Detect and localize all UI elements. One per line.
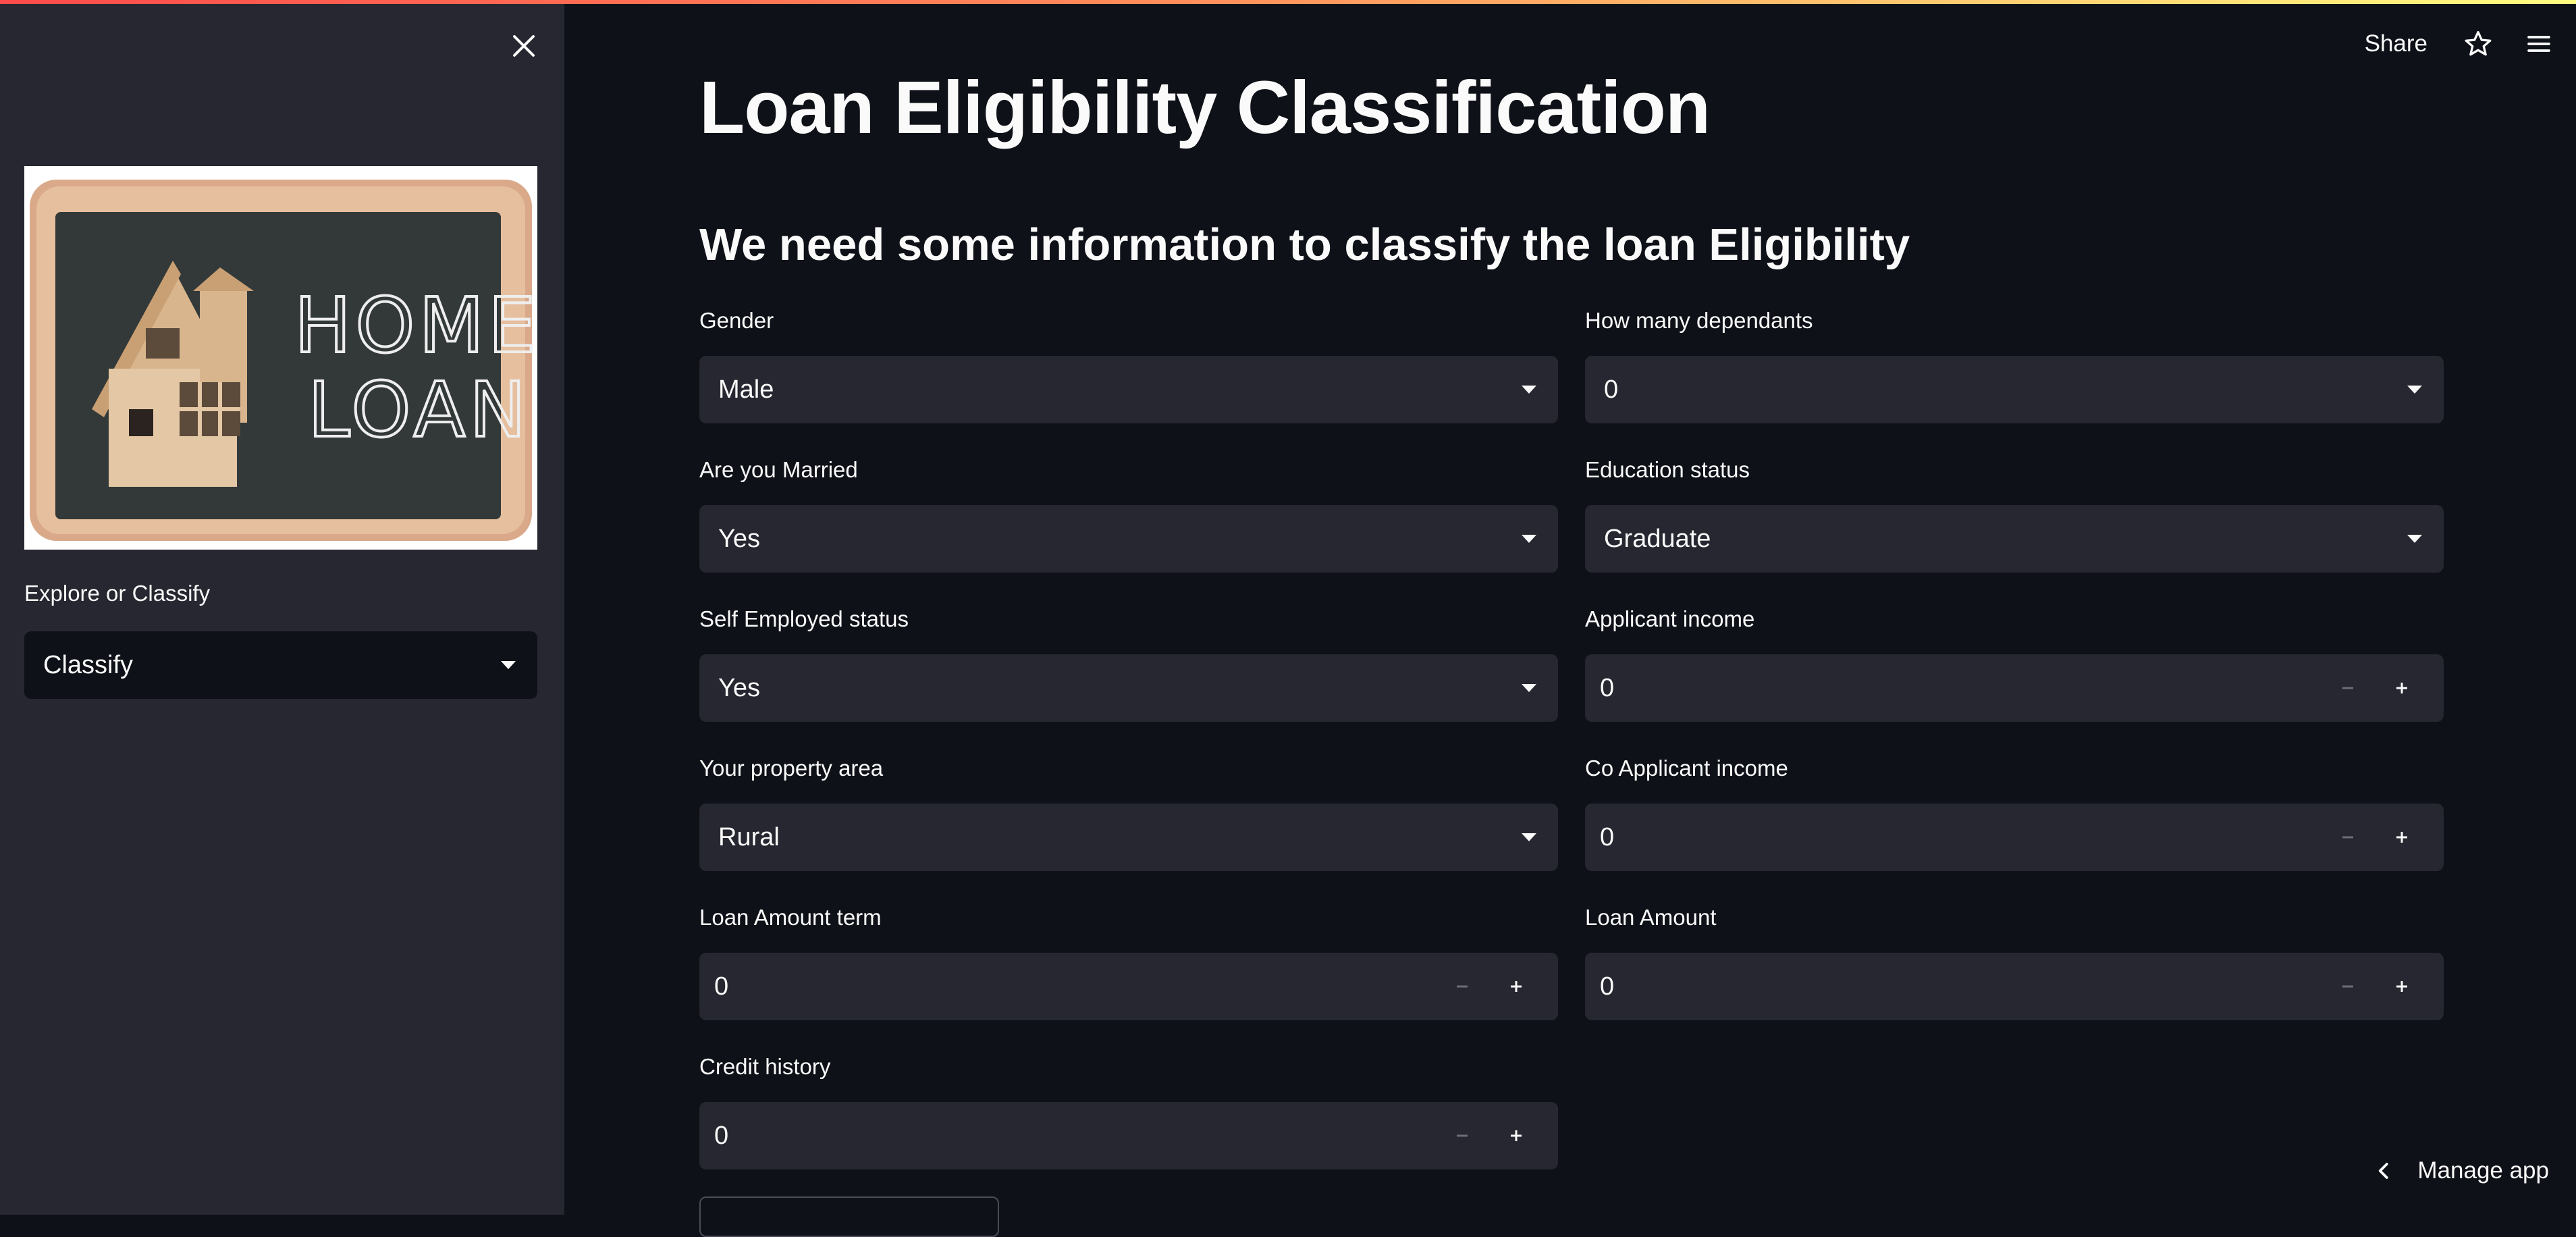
increment-button[interactable] — [1489, 953, 1543, 1020]
caret-down-icon — [1522, 833, 1536, 841]
image-caption-line1: HOME — [294, 282, 537, 370]
credit-history-value[interactable]: 0 — [714, 1122, 1435, 1151]
loan-amount-input: 0 — [1585, 953, 2444, 1020]
home-loan-image: HOME LOAN — [24, 166, 537, 550]
property-area-select[interactable]: Rural — [699, 804, 1558, 871]
loan-amount-term-value[interactable]: 0 — [714, 972, 1435, 1001]
education-label: Education status — [1585, 457, 1750, 482]
explore-or-classify-value: Classify — [43, 650, 134, 679]
loan-amount-label: Loan Amount — [1585, 905, 1717, 930]
main-menu-button[interactable] — [2515, 20, 2562, 68]
sidebar: HOME LOAN Explore or Classify Classify — [0, 0, 564, 1215]
plus-icon — [1511, 981, 1522, 992]
gender-value: Male — [718, 375, 774, 404]
decrement-button[interactable] — [2321, 953, 2375, 1020]
decrement-button[interactable] — [2321, 654, 2375, 722]
increment-button[interactable] — [1489, 1102, 1543, 1169]
married-value: Yes — [718, 524, 760, 553]
top-decoration-stripe — [0, 0, 2576, 4]
self-employed-label: Self Employed status — [699, 606, 909, 631]
credit-history-label: Credit history — [699, 1054, 831, 1079]
property-area-label: Your property area — [699, 756, 884, 781]
decrement-button[interactable] — [1435, 1102, 1489, 1169]
top-toolbar: Share — [2365, 20, 2576, 68]
applicant-income-label: Applicant income — [1585, 606, 1755, 631]
coapplicant-income-label: Co Applicant income — [1585, 756, 1788, 781]
increment-button[interactable] — [2375, 654, 2429, 722]
loan-amount-term-label: Loan Amount term — [699, 905, 882, 930]
decrement-button[interactable] — [2321, 804, 2375, 871]
minus-icon — [2342, 836, 2353, 839]
property-area-value: Rural — [718, 822, 780, 851]
caret-down-icon — [501, 661, 516, 669]
married-select[interactable]: Yes — [699, 505, 1558, 573]
submit-button[interactable] — [699, 1196, 999, 1237]
dependants-select[interactable]: 0 — [1585, 356, 2444, 423]
main-content: Share Loan Eligibility Classification We… — [564, 0, 2576, 1237]
minus-icon — [2342, 687, 2353, 689]
page-title: Loan Eligibility Classification — [699, 66, 1711, 149]
explore-or-classify-select[interactable]: Classify — [24, 631, 537, 699]
minus-icon — [1457, 985, 1468, 988]
applicant-income-value[interactable]: 0 — [1600, 674, 2321, 703]
plus-icon — [1511, 1130, 1522, 1141]
married-label: Are you Married — [699, 457, 858, 482]
increment-button[interactable] — [2375, 804, 2429, 871]
explore-or-classify-label: Explore or Classify — [24, 581, 211, 606]
share-button[interactable]: Share — [2365, 30, 2427, 57]
caret-down-icon — [1522, 684, 1536, 692]
education-value: Graduate — [1604, 524, 1711, 553]
minus-icon — [1457, 1134, 1468, 1137]
decrement-button[interactable] — [1435, 953, 1489, 1020]
increment-button[interactable] — [2375, 953, 2429, 1020]
chevron-left-icon — [2379, 1163, 2389, 1179]
caret-down-icon — [2407, 386, 2422, 394]
dependants-label: How many dependants — [1585, 308, 1813, 333]
plus-icon — [2396, 683, 2407, 693]
loan-amount-term-input: 0 — [699, 953, 1558, 1020]
self-employed-select[interactable]: Yes — [699, 654, 1558, 722]
minus-icon — [2342, 985, 2353, 988]
manage-app-label: Manage app — [2417, 1157, 2549, 1184]
sidebar-close-button[interactable] — [505, 27, 543, 65]
self-employed-value: Yes — [718, 673, 760, 702]
hamburger-menu-icon — [2527, 36, 2550, 52]
coapplicant-income-value[interactable]: 0 — [1600, 823, 2321, 852]
caret-down-icon — [2407, 535, 2422, 543]
favorite-button[interactable] — [2454, 20, 2502, 68]
coapplicant-income-input: 0 — [1585, 804, 2444, 871]
plus-icon — [2396, 981, 2407, 992]
plus-icon — [2396, 832, 2407, 843]
image-caption-line2: LOAN — [308, 367, 530, 454]
gender-label: Gender — [699, 308, 774, 333]
credit-history-input: 0 — [699, 1102, 1558, 1169]
education-select[interactable]: Graduate — [1585, 505, 2444, 573]
caret-down-icon — [1522, 386, 1536, 394]
dependants-value: 0 — [1604, 375, 1619, 404]
gender-select[interactable]: Male — [699, 356, 1558, 423]
page-subtitle: We need some information to classify the… — [699, 219, 1910, 270]
close-icon — [513, 35, 535, 57]
loan-amount-value[interactable]: 0 — [1600, 972, 2321, 1001]
star-icon — [2465, 30, 2492, 56]
applicant-income-input: 0 — [1585, 654, 2444, 722]
caret-down-icon — [1522, 535, 1536, 543]
manage-app-button[interactable]: Manage app — [2374, 1147, 2549, 1194]
